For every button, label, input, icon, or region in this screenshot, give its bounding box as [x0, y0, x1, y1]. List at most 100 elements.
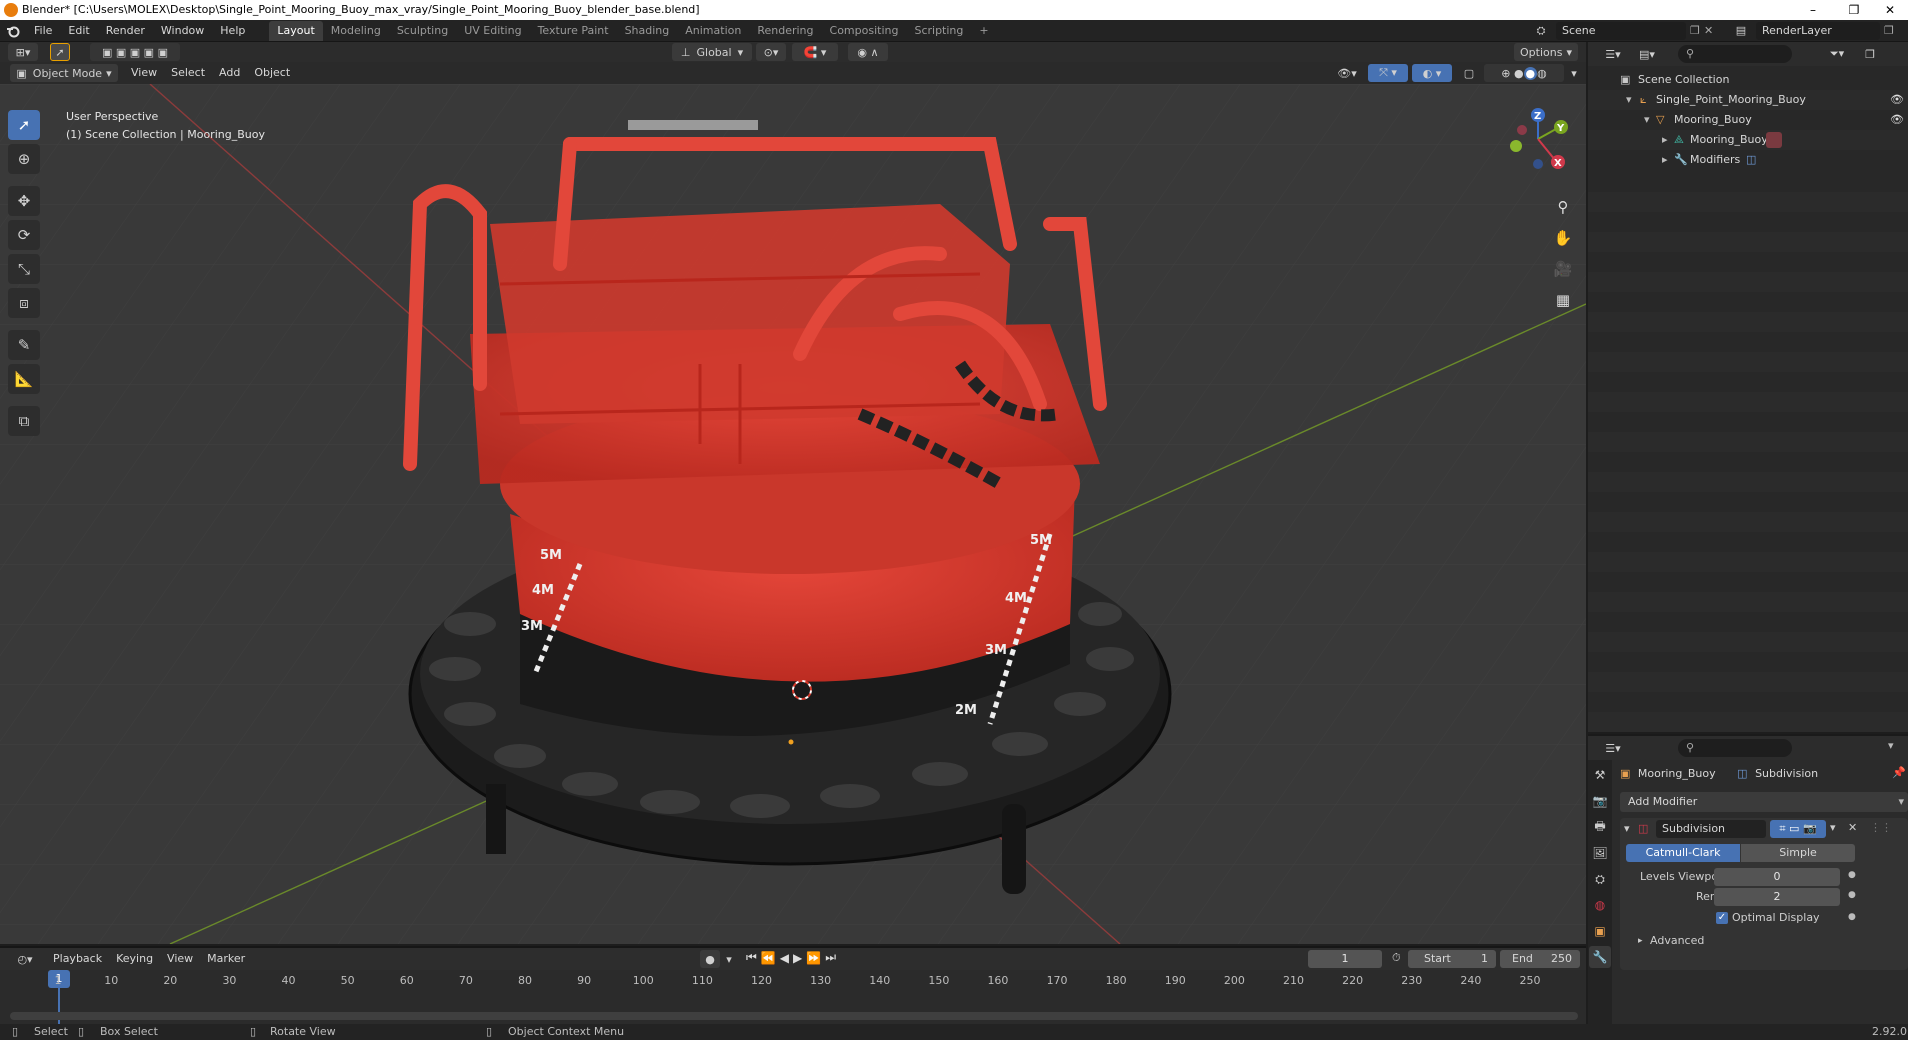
jump-start-icon[interactable]: ⏮	[746, 950, 757, 965]
close-button[interactable]: ✕	[1872, 0, 1908, 20]
tree-row-mooring-buoy-object[interactable]: ▾ ▽ Mooring_Buoy 👁	[1588, 110, 1908, 130]
expand-arrow-icon[interactable]: ▸	[1638, 936, 1643, 946]
cursor-tool-icon[interactable]: ⊕	[8, 144, 40, 174]
proportional-edit-icon[interactable]: ◉ ∧	[848, 43, 888, 61]
object-tab-icon[interactable]: ▣	[1589, 920, 1611, 942]
tab-animation[interactable]: Animation	[677, 21, 749, 41]
pivot-point-icon[interactable]: ⊙▾	[756, 43, 786, 61]
expand-arrow-icon[interactable]: ▾	[1626, 90, 1632, 110]
transform-tool-icon[interactable]: ⧈	[8, 288, 40, 318]
tab-compositing[interactable]: Compositing	[822, 21, 907, 41]
maximize-button[interactable]: ❐	[1836, 0, 1872, 20]
pin-icon[interactable]: 📌	[1892, 766, 1906, 779]
record-icon[interactable]: ●	[700, 950, 720, 968]
outliner-search-input[interactable]: ⚲	[1678, 45, 1792, 63]
simple-button[interactable]: Simple	[1741, 844, 1855, 862]
add-cube-tool-icon[interactable]: ⧉	[8, 406, 40, 436]
editor-type-icon[interactable]: ◴▾	[10, 950, 40, 968]
mode-dropdown[interactable]: ▣ Object Mode ▾	[10, 64, 118, 82]
prev-keyframe-icon[interactable]: ⏪	[761, 951, 776, 965]
view-layer-tab-icon[interactable]: 🖼	[1589, 842, 1611, 864]
catmull-clark-button[interactable]: Catmull-Clark	[1626, 844, 1740, 862]
tree-row-mesh-data[interactable]: ▸ ⟁ Mooring_Buoy	[1588, 130, 1908, 150]
eye-icon[interactable]: 👁	[1890, 90, 1904, 110]
chevron-down-icon[interactable]: ▾	[1830, 821, 1836, 834]
tab-modeling[interactable]: Modeling	[323, 21, 389, 41]
select-tool-icon[interactable]: ➚	[50, 43, 70, 61]
collapse-arrow-icon[interactable]: ▾	[1624, 822, 1630, 835]
tree-row-scene-collection[interactable]: ▣ Scene Collection	[1588, 70, 1908, 90]
chevron-down-icon[interactable]: ▾	[722, 950, 736, 968]
blender-menu-icon[interactable]	[0, 20, 26, 42]
tab-shading[interactable]: Shading	[617, 21, 678, 41]
scale-tool-icon[interactable]: ⤡	[8, 254, 40, 284]
menu-view[interactable]: View	[160, 948, 200, 970]
menu-keying[interactable]: Keying	[109, 948, 160, 970]
expand-arrow-icon[interactable]: ▸	[1662, 150, 1668, 170]
output-tab-icon[interactable]: 🖶	[1589, 816, 1611, 838]
eye-icon[interactable]: 👁	[1890, 110, 1904, 130]
menu-render[interactable]: Render	[98, 20, 153, 42]
remove-modifier-icon[interactable]: ✕	[1848, 821, 1857, 834]
expand-arrow-icon[interactable]: ▸	[1662, 130, 1668, 150]
menu-marker[interactable]: Marker	[200, 948, 252, 970]
play-reverse-icon[interactable]: ◀	[780, 951, 789, 965]
selection-mode-icons[interactable]: ▣ ▣ ▣ ▣ ▣	[90, 43, 180, 61]
zoom-icon[interactable]: ⚲	[1550, 194, 1576, 220]
tab-rendering[interactable]: Rendering	[749, 21, 821, 41]
delete-scene-icon[interactable]: ✕	[1704, 22, 1718, 40]
overlay-toggle-icon[interactable]: ◐ ▾	[1412, 64, 1452, 82]
start-frame-field[interactable]: Start 1	[1408, 950, 1496, 968]
minimize-button[interactable]: –	[1790, 0, 1836, 20]
gizmo-toggle-icon[interactable]: ⤧ ▾	[1368, 64, 1408, 82]
add-workspace-button[interactable]: +	[971, 21, 996, 41]
levels-viewport-field[interactable]: 0	[1714, 868, 1840, 886]
render-layer-selector[interactable]: RenderLayer	[1756, 22, 1880, 40]
editor-type-icon[interactable]: ☰▾	[1600, 45, 1626, 63]
tab-scripting[interactable]: Scripting	[906, 21, 971, 41]
scene-selector[interactable]: Scene	[1556, 22, 1686, 40]
add-modifier-button[interactable]: Add Modifier ▾	[1620, 792, 1908, 812]
shading-mode-icons[interactable]: ⊕ ● ● ◍	[1484, 64, 1564, 82]
editor-type-icon[interactable]: ⊞▾	[8, 43, 38, 61]
play-icon[interactable]: ▶	[793, 951, 802, 965]
drag-handle-icon[interactable]: ⋮⋮	[1870, 821, 1892, 834]
chevron-down-icon[interactable]: ▾	[1888, 739, 1894, 752]
menu-window[interactable]: Window	[153, 20, 212, 42]
camera-icon[interactable]: 🎥	[1550, 256, 1576, 282]
transform-orientation-dropdown[interactable]: ⊥ Global ▾	[672, 43, 752, 61]
move-tool-icon[interactable]: ✥	[8, 186, 40, 216]
select-box-tool-icon[interactable]: ➚	[8, 110, 40, 140]
measure-tool-icon[interactable]: 📐	[8, 364, 40, 394]
menu-object[interactable]: Object	[247, 62, 297, 84]
tree-row-buoy-empty[interactable]: ▾ ⟀ Single_Point_Mooring_Buoy 👁	[1588, 90, 1908, 110]
options-dropdown[interactable]: Options ▾	[1514, 43, 1578, 61]
menu-add[interactable]: Add	[212, 62, 247, 84]
end-frame-field[interactable]: End 250	[1500, 950, 1580, 968]
optimal-display-checkbox[interactable]: ✓	[1716, 912, 1728, 924]
scene-tab-icon[interactable]: ⛭	[1589, 868, 1611, 890]
chevron-down-icon[interactable]: ▾	[1566, 64, 1582, 82]
3d-viewport[interactable]: 5M 4M 3M 5M 4M 3M 2M Z Y X User Perspect…	[0, 84, 1586, 944]
modifier-tab-icon[interactable]: 🔧	[1589, 946, 1611, 968]
next-keyframe-icon[interactable]: ⏩	[806, 951, 821, 965]
display-mode-icon[interactable]: ▤▾	[1634, 45, 1660, 63]
menu-select[interactable]: Select	[164, 62, 212, 84]
menu-help[interactable]: Help	[212, 20, 253, 42]
snap-icon[interactable]: 🧲 ▾	[792, 43, 838, 61]
ortho-grid-icon[interactable]: ▦	[1550, 287, 1576, 313]
modifier-visibility-toggles[interactable]: ⌗ ▭ 📷	[1770, 820, 1826, 838]
stopwatch-icon[interactable]: ⏱	[1392, 951, 1401, 965]
advanced-panel-header[interactable]: Advanced	[1650, 932, 1704, 950]
world-tab-icon[interactable]: ◍	[1589, 894, 1611, 916]
tree-row-modifiers[interactable]: ▸ 🔧 Modifiers ◫	[1588, 150, 1908, 170]
render-levels-field[interactable]: 2	[1714, 888, 1840, 906]
visibility-icon[interactable]: 👁▾	[1332, 64, 1362, 82]
menu-file[interactable]: File	[26, 20, 60, 42]
scene-icon[interactable]: ⛭	[1530, 22, 1552, 40]
rotate-tool-icon[interactable]: ⟳	[8, 220, 40, 250]
current-frame-field[interactable]: 1	[1308, 950, 1382, 968]
tab-sculpting[interactable]: Sculpting	[389, 21, 456, 41]
jump-end-icon[interactable]: ⏭	[825, 950, 836, 965]
pan-hand-icon[interactable]: ✋	[1550, 225, 1576, 251]
